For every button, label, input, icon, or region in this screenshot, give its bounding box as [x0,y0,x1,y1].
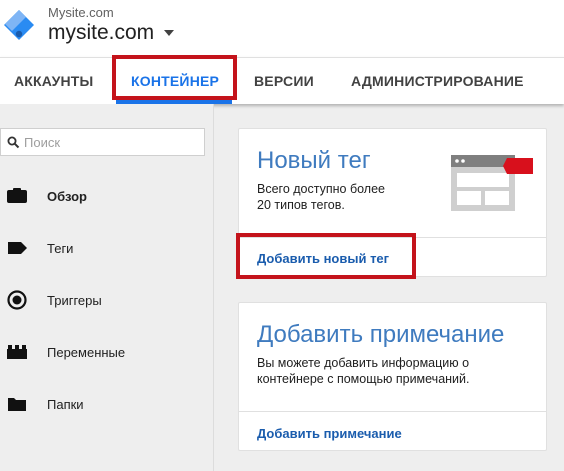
sidebar-item-overview[interactable]: Обзор [0,176,214,216]
sidebar-item-label: Теги [47,240,74,256]
tab-versions[interactable]: ВЕРСИИ [254,58,314,104]
card-description: Всего доступно более 20 типов тегов. [257,182,385,212]
folder-icon [6,395,28,413]
blocks-icon [6,343,28,361]
add-note-link[interactable]: Добавить примечание [257,426,402,441]
search-input[interactable]: Поиск [0,128,205,156]
tab-admin[interactable]: АДМИНИСТРИРОВАНИЕ [351,58,524,104]
sidebar-item-label: Папки [47,396,84,412]
tab-accounts[interactable]: АККАУНТЫ [14,58,93,104]
sidebar: Поиск Обзор Теги Триггеры Переменные Пап… [0,104,214,471]
sidebar-item-triggers[interactable]: Триггеры [0,280,214,320]
card-divider [239,411,546,412]
sidebar-item-label: Переменные [47,344,126,360]
account-name: Mysite.com [48,5,114,20]
app-header: Mysite.com mysite.com [0,0,564,57]
main-tabs: АККАУНТЫ КОНТЕЙНЕР ВЕРСИИ АДМИНИСТРИРОВА… [0,57,564,104]
sidebar-item-folders[interactable]: Папки [0,384,214,424]
trigger-icon [6,290,28,310]
container-selector[interactable]: mysite.com [48,21,175,45]
card-title: Новый тег [257,147,371,174]
card-title: Добавить примечание [257,321,505,348]
tag-illustration-icon [451,155,533,211]
highlight-box-add-tag [236,233,416,279]
search-placeholder: Поиск [24,134,61,150]
highlight-box-container-tab [112,55,237,100]
search-icon [7,136,20,148]
card-description: Вы можете добавить информацию о контейне… [257,356,470,386]
briefcase-icon [6,187,28,205]
add-note-card: Добавить примечание Вы можете добавить и… [238,302,547,451]
sidebar-item-label: Триггеры [47,292,102,308]
sidebar-item-label: Обзор [47,188,87,204]
sidebar-item-tags[interactable]: Теги [0,228,214,268]
container-name: mysite.com [48,21,155,44]
tag-icon [6,239,28,257]
caret-down-icon [164,30,175,36]
gtm-logo-icon [4,10,34,40]
sidebar-item-variables[interactable]: Переменные [0,332,214,372]
